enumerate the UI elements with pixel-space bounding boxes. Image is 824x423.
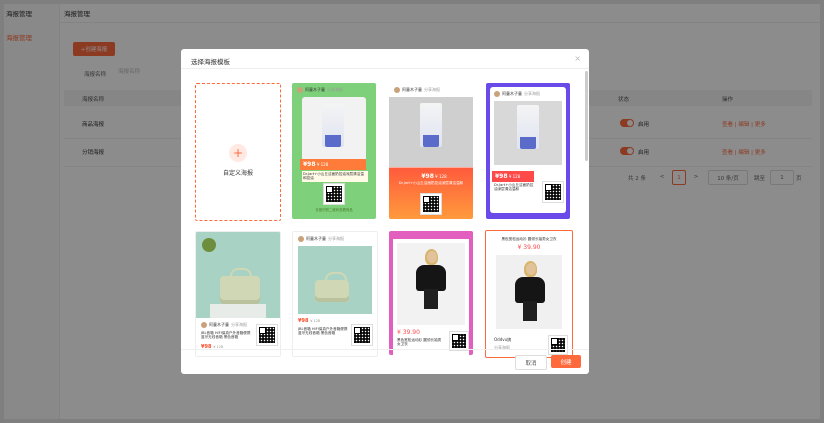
product-tube: [420, 103, 442, 147]
product-tube: [322, 103, 344, 147]
product-bag: [220, 268, 260, 304]
qr-code-icon: [449, 331, 469, 351]
product-price: ¥ 39.90: [517, 244, 541, 251]
template-card-purple[interactable]: 阿童木子童 分享海报 ¥98 ¥ 128 Dr.Jart+小山丘洁面奶控油深层清洁…: [486, 83, 570, 219]
avatar: [201, 322, 207, 328]
scan-hint: 长按识别二维码查看商品: [315, 208, 353, 212]
product-tube: [517, 105, 539, 149]
stool-decoration: [210, 304, 266, 318]
qr-code-icon: [323, 183, 345, 205]
shop-info: 阿童木子童 分享海报: [394, 87, 440, 93]
template-modal: 选择海报模板 × + 自定义海报 阿童木子童 分享海报 ¥98 ¥ 128 Dr.…: [181, 49, 589, 374]
divider: [181, 68, 589, 69]
template-card-green[interactable]: 阿童木子童 分享海报 ¥98 ¥ 128 Dr.Jart+小山丘洁面奶控油深层清洁…: [292, 83, 376, 219]
plant-decoration: [202, 238, 216, 252]
qr-code-icon: [420, 193, 442, 215]
shop-info: 阿童木子童 分享海报: [494, 91, 540, 97]
avatar: [394, 87, 400, 93]
avatar: [297, 87, 303, 93]
template-card-bag[interactable]: 阿童木子童 分享海报 JBL音箱 HIFI保真户外音箱便携蓝牙无线音箱 黑色音箱 …: [195, 231, 281, 357]
avatar: [494, 91, 500, 97]
modal-footer: 取消 创建: [181, 349, 589, 374]
product-desc: Dr.Jart+小山丘洁面奶控油深层清洁温和: [398, 181, 464, 185]
product-desc: Dr.Jart+小山丘洁面奶控油深层清洁温和: [494, 183, 534, 192]
product-desc: Dr.Jart+小山丘洁面奶控油深层清洁温和控油: [302, 171, 368, 182]
product-price: ¥98 ¥ 128: [298, 318, 321, 324]
avatar: [298, 236, 304, 242]
template-card-bag-2[interactable]: 阿童木子童 分享海报 ¥98 ¥ 128 JBL音箱 HIFI保真户外音箱便携蓝牙…: [292, 231, 378, 357]
template-card-orange[interactable]: 阿童木子童 分享海报 ¥98 ¥ 128 Dr.Jart+小山丘洁面奶控油深层清洁…: [389, 83, 473, 219]
product-desc: JBL音箱 HIFI保真户外音箱便携蓝牙无线音箱 黑色音箱: [201, 331, 251, 340]
price-bar: ¥98 ¥ 128: [492, 171, 534, 182]
qr-code-icon: [542, 181, 564, 203]
template-card-pink[interactable]: ¥ 39.90 黑色宽松运动衫 圆领长袖男女卫衣: [389, 231, 473, 355]
product-desc: 黑色宽松运动衫 圆领长袖男女卫衣: [397, 338, 442, 347]
shop-info: 阿童木子童 分享海报: [201, 322, 247, 328]
plus-icon: +: [229, 144, 247, 162]
template-card-selected[interactable]: 黑色宽松运动衫 圆领长袖男女卫衣 ¥ 39.90 Oddvu旗 分享海报: [485, 230, 573, 358]
close-icon[interactable]: ×: [574, 54, 581, 63]
product-bag: [315, 272, 349, 302]
create-button[interactable]: 创建: [551, 355, 581, 368]
product-price: ¥ 39.90: [397, 329, 420, 336]
modal-title: 选择海报模板: [191, 58, 230, 66]
custom-poster-label: 自定义海报: [222, 170, 253, 177]
custom-poster-card[interactable]: + 自定义海报: [195, 83, 281, 221]
price-bar: ¥98 ¥ 128: [300, 159, 366, 170]
scrollbar[interactable]: [585, 71, 588, 161]
qr-code-icon: [351, 324, 373, 346]
qr-code-icon: [256, 324, 278, 346]
shop-info: 阿童木子童 分享海报: [298, 236, 344, 242]
product-desc: JBL音箱 HIFI保真户外音箱便携蓝牙无线音箱 黑色音箱: [298, 327, 348, 336]
cancel-button[interactable]: 取消: [515, 355, 547, 370]
shop-info: 阿童木子童 分享海报: [297, 87, 343, 93]
product-headline: 黑色宽松运动衫 圆领长袖男女卫衣: [501, 237, 557, 241]
